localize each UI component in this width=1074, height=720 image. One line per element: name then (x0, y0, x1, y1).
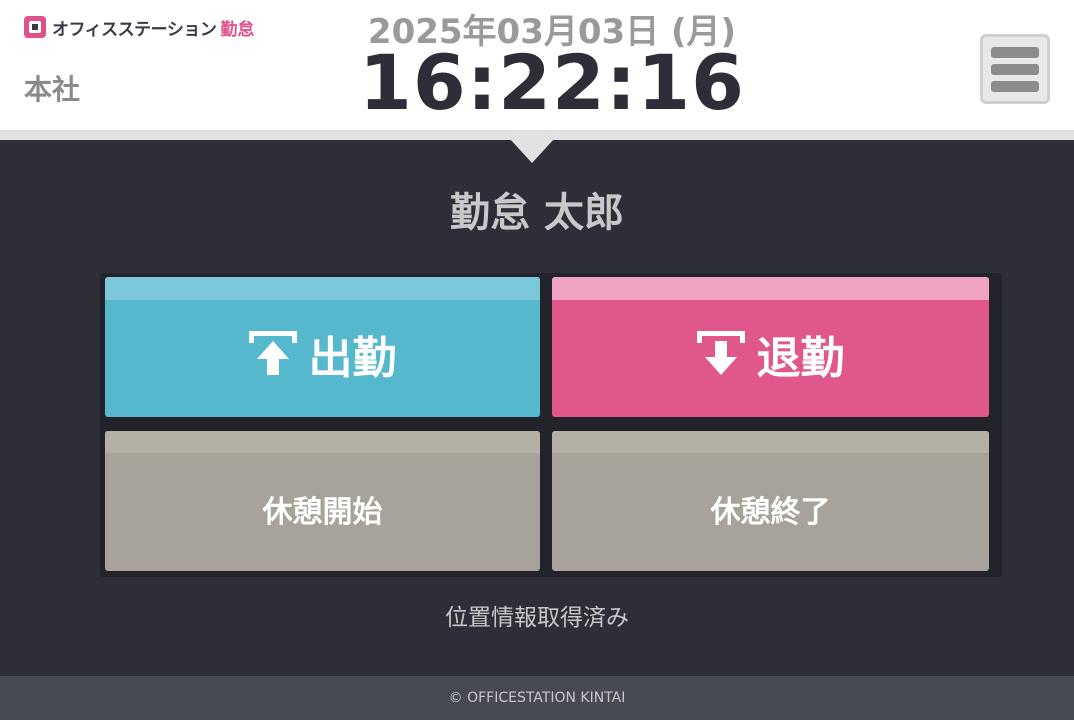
arrow-down-icon (696, 331, 745, 375)
hamburger-icon (991, 46, 1039, 92)
break-end-button[interactable]: 休憩終了 (552, 431, 989, 571)
arrow-up-icon (248, 331, 297, 375)
break-start-label: 休憩開始 (262, 495, 383, 530)
button-highlight (552, 277, 989, 300)
copyright-text: © OFFICESTATION KINTAI (448, 690, 626, 706)
footer: © OFFICESTATION KINTAI (0, 676, 1074, 720)
button-highlight (105, 431, 540, 453)
button-highlight (105, 277, 540, 300)
menu-button[interactable] (980, 34, 1050, 104)
current-time: 16:22:16 (358, 38, 746, 127)
user-name: 勤怠 太郎 (450, 190, 624, 236)
break-start-button[interactable]: 休憩開始 (105, 431, 540, 571)
clock-in-label: 出勤 (308, 333, 397, 384)
break-end-label: 休憩終了 (710, 495, 831, 530)
clock-in-button[interactable]: 出勤 (105, 277, 540, 417)
header: オフィスステーション 勤怠 本社 2025年03月03日 (月) 16:22:1… (0, 0, 1074, 130)
header-notch (510, 139, 554, 163)
clock-out-label: 退勤 (756, 333, 845, 384)
clock-out-button[interactable]: 退勤 (552, 277, 989, 417)
location-status: 位置情報取得済み (445, 605, 629, 631)
button-highlight (552, 431, 989, 453)
